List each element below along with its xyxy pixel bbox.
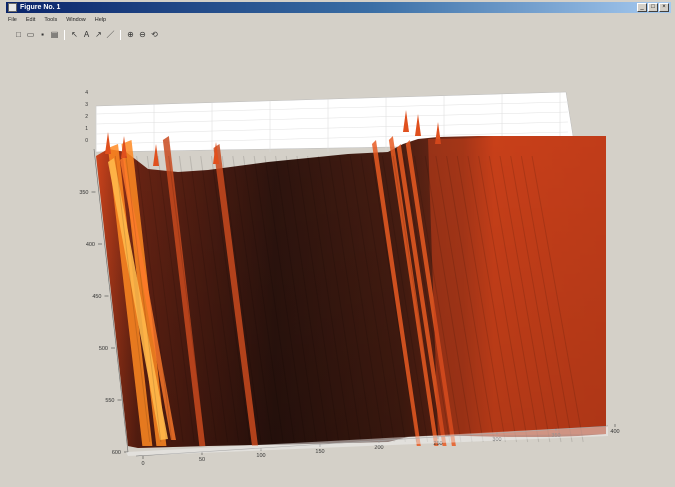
x-tick-label: 50	[199, 457, 205, 463]
x-tick-label: 0	[141, 461, 144, 467]
window-title: Figure No. 1	[20, 4, 61, 11]
zoom-in-icon[interactable]: ⊕	[126, 30, 135, 40]
menu-help[interactable]: Help	[95, 14, 106, 26]
zoom-out-icon[interactable]: ⊖	[138, 30, 147, 40]
menu-window[interactable]: Window	[66, 14, 86, 26]
minimize-button[interactable]: _	[637, 3, 647, 12]
z-tick-label: 2	[85, 114, 88, 120]
new-figure-icon[interactable]: □	[14, 30, 23, 40]
surface-plateau	[428, 136, 606, 436]
figure-canvas[interactable]: 4321060055050045040035005010015020025030…	[8, 44, 668, 482]
toolbar-separator	[120, 30, 121, 40]
figure-toolbar: □ ▭ ▪ ▤ ↖ A ↗ ／ ⊕ ⊖ ⟲	[14, 28, 159, 42]
x-tick-label: 100	[256, 453, 265, 459]
arrow-tool-icon[interactable]: ↗	[94, 30, 103, 40]
x-tick-label: 200	[374, 445, 383, 451]
z-tick-label: 3	[85, 102, 88, 108]
close-button[interactable]: ×	[659, 3, 669, 12]
print-icon[interactable]: ▤	[50, 30, 59, 40]
figure-window: Figure No. 1 _ □ × File Edit Tools Windo…	[0, 0, 675, 486]
y-tick-label: 550	[105, 398, 114, 404]
menu-edit[interactable]: Edit	[26, 14, 35, 26]
toolbar-separator	[64, 30, 65, 40]
x-tick-label: 150	[315, 449, 324, 455]
z-tick-label: 0	[85, 138, 88, 144]
maximize-button[interactable]: □	[648, 3, 658, 12]
y-tick-label: 500	[99, 346, 108, 352]
z-tick-label: 4	[85, 90, 88, 96]
line-tool-icon[interactable]: ／	[106, 30, 115, 40]
y-tick-label: 400	[86, 242, 95, 248]
z-tick-label: 1	[85, 126, 88, 132]
pointer-icon[interactable]: ↖	[70, 30, 79, 40]
x-tick-label: 400	[610, 429, 619, 435]
rotate-3d-icon[interactable]: ⟲	[150, 30, 159, 40]
surface-plot[interactable]: 4321060055050045040035005010015020025030…	[8, 44, 668, 482]
open-file-icon[interactable]: ▭	[26, 30, 35, 40]
title-bar[interactable]: Figure No. 1 _ □ ×	[6, 2, 671, 13]
y-tick-label: 350	[79, 190, 88, 196]
y-tick-label: 600	[112, 450, 121, 456]
menu-tools[interactable]: Tools	[44, 14, 57, 26]
save-icon[interactable]: ▪	[38, 30, 47, 40]
y-tick-label: 450	[92, 294, 101, 300]
menu-bar: File Edit Tools Window Help	[8, 14, 106, 26]
menu-file[interactable]: File	[8, 14, 17, 26]
text-tool-icon[interactable]: A	[82, 30, 91, 40]
figure-app-icon	[8, 3, 17, 12]
